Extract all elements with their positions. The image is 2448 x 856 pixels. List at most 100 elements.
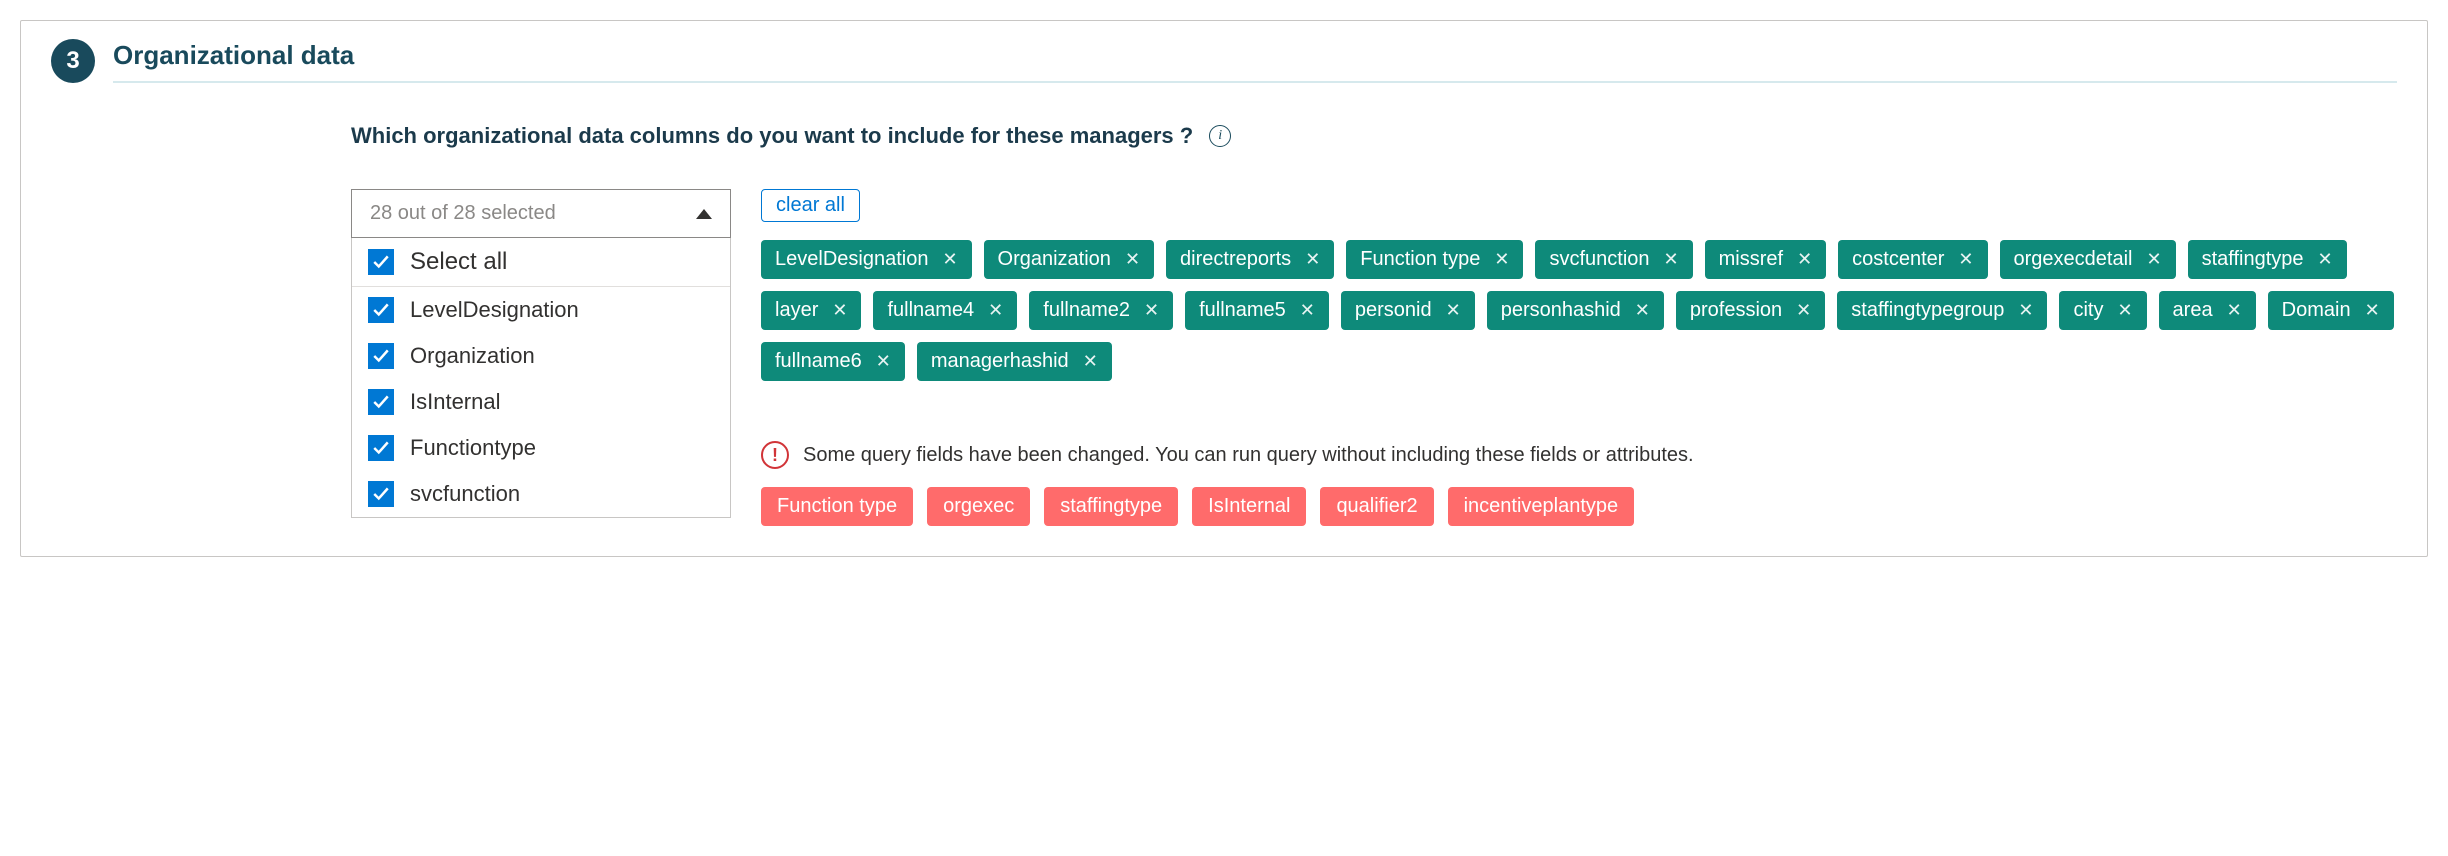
select-all-label: Select all (410, 248, 507, 276)
remove-chip-icon[interactable]: ✕ (1635, 300, 1650, 321)
selected-chip: profession ✕ (1676, 291, 1825, 330)
chip-label: LevelDesignation (775, 248, 928, 271)
remove-chip-icon[interactable]: ✕ (1796, 300, 1811, 321)
chip-label: Function type (1360, 248, 1480, 271)
chip-label: fullname2 (1043, 299, 1130, 322)
selected-chip: orgexecdetail ✕ (2000, 240, 2176, 279)
chip-label: staffingtype (2202, 248, 2304, 271)
changed-fields-chips: Function typeorgexecstaffingtypeIsIntern… (761, 487, 2397, 526)
checkbox-checked-icon[interactable] (368, 435, 394, 461)
chip-label: fullname5 (1199, 299, 1286, 322)
selected-chip: city ✕ (2059, 291, 2146, 330)
option-label: Organization (410, 343, 535, 369)
section-content: Which organizational data columns do you… (51, 123, 2397, 526)
question-row: Which organizational data columns do you… (351, 123, 2397, 149)
changed-field-chip: qualifier2 (1320, 487, 1433, 526)
remove-chip-icon[interactable]: ✕ (876, 351, 891, 372)
chip-label: layer (775, 299, 818, 322)
question-text: Which organizational data columns do you… (351, 123, 1193, 149)
remove-chip-icon[interactable]: ✕ (2117, 300, 2132, 321)
chip-label: fullname6 (775, 350, 862, 373)
checkbox-checked-icon[interactable] (368, 481, 394, 507)
changed-field-chip: incentiveplantype (1448, 487, 1635, 526)
info-icon[interactable]: i (1209, 125, 1231, 147)
option-label: LevelDesignation (410, 297, 579, 323)
selected-chip: fullname2 ✕ (1029, 291, 1173, 330)
remove-chip-icon[interactable]: ✕ (1958, 249, 1973, 270)
selected-chip: staffingtype ✕ (2188, 240, 2347, 279)
step-number-badge: 3 (51, 39, 95, 83)
remove-chip-icon[interactable]: ✕ (1125, 249, 1140, 270)
org-data-panel: 3 Organizational data Which organization… (20, 20, 2428, 557)
option-label: Functiontype (410, 435, 536, 461)
clear-all-button[interactable]: clear all (761, 189, 860, 222)
multiselect-option[interactable]: Functiontype (352, 425, 730, 471)
remove-chip-icon[interactable]: ✕ (1664, 249, 1679, 270)
body-row: 28 out of 28 selected Select all LevelDe… (351, 189, 2397, 526)
multiselect-option[interactable]: IsInternal (352, 379, 730, 425)
remove-chip-icon[interactable]: ✕ (832, 300, 847, 321)
option-label: IsInternal (410, 389, 501, 415)
remove-chip-icon[interactable]: ✕ (1446, 300, 1461, 321)
warning-icon: ! (761, 441, 789, 469)
chip-label: area (2173, 299, 2213, 322)
option-label: svcfunction (410, 481, 520, 507)
selected-chip: fullname5 ✕ (1185, 291, 1329, 330)
chip-label: personid (1355, 299, 1432, 322)
remove-chip-icon[interactable]: ✕ (1144, 300, 1159, 321)
remove-chip-icon[interactable]: ✕ (1083, 351, 1098, 372)
remove-chip-icon[interactable]: ✕ (2365, 300, 2380, 321)
multiselect-option[interactable]: svcfunction (352, 471, 730, 517)
chip-label: personhashid (1501, 299, 1621, 322)
checkbox-checked-icon[interactable] (368, 297, 394, 323)
chip-label: city (2073, 299, 2103, 322)
changed-field-chip: Function type (761, 487, 913, 526)
remove-chip-icon[interactable]: ✕ (2227, 300, 2242, 321)
multiselect-list[interactable]: Select all LevelDesignation Organization… (351, 238, 731, 518)
remove-chip-icon[interactable]: ✕ (1494, 249, 1509, 270)
selected-chip: area ✕ (2159, 291, 2256, 330)
changed-field-chip: IsInternal (1192, 487, 1306, 526)
section-title: Organizational data (113, 40, 2397, 83)
chip-label: svcfunction (1549, 248, 1649, 271)
selected-chip: fullname6 ✕ (761, 342, 905, 381)
column-multiselect: 28 out of 28 selected Select all LevelDe… (351, 189, 731, 518)
chip-label: Domain (2282, 299, 2351, 322)
multiselect-option[interactable]: LevelDesignation (352, 287, 730, 333)
selected-chip: Organization✕ (984, 240, 1155, 279)
chip-label: costcenter (1852, 248, 1944, 271)
remove-chip-icon[interactable]: ✕ (1305, 249, 1320, 270)
warning-text: Some query fields have been changed. You… (803, 444, 1694, 467)
chip-label: orgexecdetail (2014, 248, 2133, 271)
checkbox-checked-icon[interactable] (368, 389, 394, 415)
multiselect-summary: 28 out of 28 selected (370, 202, 556, 225)
remove-chip-icon[interactable]: ✕ (2318, 249, 2333, 270)
checkbox-checked-icon[interactable] (368, 343, 394, 369)
selected-chip: personhashid ✕ (1487, 291, 1664, 330)
remove-chip-icon[interactable]: ✕ (1300, 300, 1315, 321)
chip-label: profession (1690, 299, 1782, 322)
multiselect-header[interactable]: 28 out of 28 selected (351, 189, 731, 238)
remove-chip-icon[interactable]: ✕ (988, 300, 1003, 321)
selected-chip: LevelDesignation ✕ (761, 240, 972, 279)
chip-label: staffingtypegroup (1851, 299, 2004, 322)
remove-chip-icon[interactable]: ✕ (942, 249, 957, 270)
selected-chip: fullname4✕ (873, 291, 1017, 330)
selected-chip: managerhashid ✕ (917, 342, 1112, 381)
selected-chip: Domain ✕ (2268, 291, 2394, 330)
chip-label: managerhashid (931, 350, 1069, 373)
section-header: 3 Organizational data (51, 39, 2397, 83)
checkbox-checked-icon[interactable] (368, 249, 394, 275)
selected-chip: svcfunction ✕ (1535, 240, 1692, 279)
chip-label: missref (1719, 248, 1783, 271)
selected-chip: personid ✕ (1341, 291, 1475, 330)
warning-row: ! Some query fields have been changed. Y… (761, 441, 2397, 469)
selected-chips: LevelDesignation✕Organization✕directrepo… (761, 240, 2397, 381)
selected-chip: costcenter ✕ (1838, 240, 1987, 279)
remove-chip-icon[interactable]: ✕ (2146, 249, 2161, 270)
multiselect-option[interactable]: Organization (352, 333, 730, 379)
remove-chip-icon[interactable]: ✕ (1797, 249, 1812, 270)
selected-chip: directreports✕ (1166, 240, 1334, 279)
select-all-option[interactable]: Select all (352, 238, 730, 287)
remove-chip-icon[interactable]: ✕ (2018, 300, 2033, 321)
